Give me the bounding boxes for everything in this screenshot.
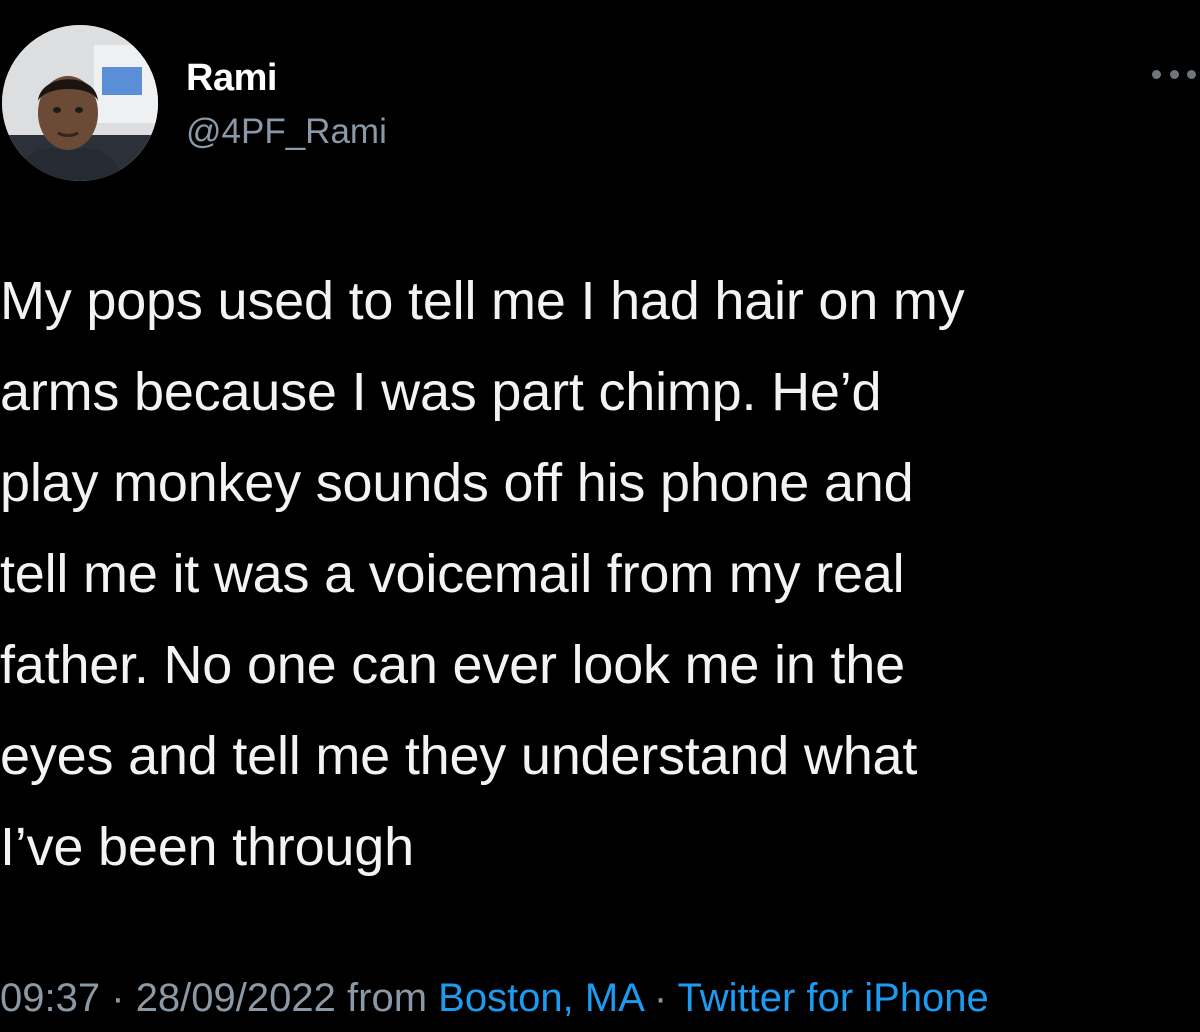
location-link[interactable]: Boston, MA [438, 976, 643, 1020]
meta-separator: · [111, 976, 125, 1020]
tweet-text: My pops used to tell me I had hair on my… [0, 256, 1200, 893]
tweet-header: Rami @4PF_Rami [0, 24, 1200, 184]
meta-separator: · [653, 976, 668, 1020]
tweet-time[interactable]: 09:37 [0, 976, 100, 1020]
tweet-text-line: tell me it was a voicemail from my real [0, 544, 905, 604]
display-name[interactable]: Rami [186, 56, 387, 100]
tweet-text-line: arms because I was part chimp. He’d [0, 362, 882, 422]
tweet-card: Rami @4PF_Rami My pops used to tell me I… [0, 0, 1200, 1032]
from-label: from [347, 976, 428, 1020]
more-options-icon[interactable] [1152, 68, 1196, 80]
more-dot [1169, 69, 1179, 79]
tweet-text-line: father. No one can ever look me in the [0, 635, 905, 695]
source-link[interactable]: Twitter for iPhone [678, 976, 989, 1020]
more-dot [1152, 69, 1161, 79]
avatar[interactable] [2, 25, 158, 181]
author-names: Rami @4PF_Rami [186, 56, 387, 152]
tweet-text-line: My pops used to tell me I had hair on my [0, 271, 965, 331]
more-dot [1187, 69, 1196, 79]
tweet-text-line: eyes and tell me they understand what [0, 726, 918, 786]
tweet-metadata: 09:37 · 28/09/2022 from Boston, MA · Twi… [0, 968, 989, 1028]
tweet-date[interactable]: 28/09/2022 [136, 976, 336, 1020]
tweet-text-line: I’ve been through [0, 817, 414, 877]
tweet-text-line: play monkey sounds off his phone and [0, 453, 914, 513]
user-handle[interactable]: @4PF_Rami [186, 112, 387, 152]
profile-photo-icon [2, 25, 158, 181]
